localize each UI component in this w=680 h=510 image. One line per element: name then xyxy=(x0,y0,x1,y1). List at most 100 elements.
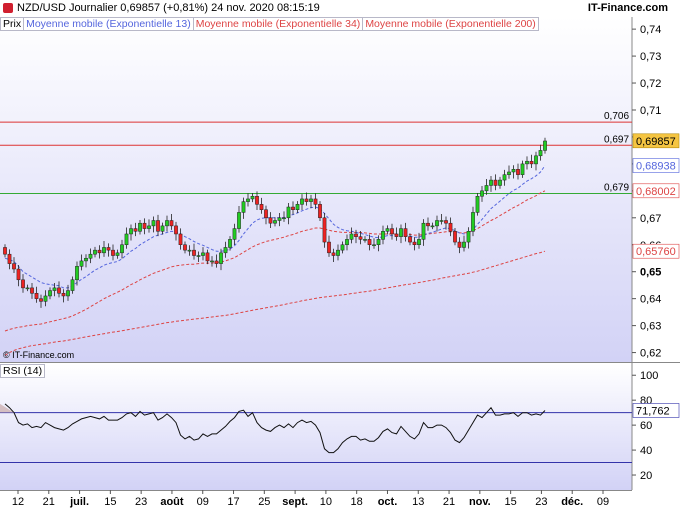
candle-body xyxy=(57,287,61,294)
candle-body xyxy=(291,206,295,210)
candle-body xyxy=(304,198,309,202)
candle-body xyxy=(277,217,282,221)
candle-body xyxy=(309,198,313,202)
candle-body xyxy=(147,225,151,229)
candle-body xyxy=(318,204,322,219)
candle-body xyxy=(12,263,16,270)
candle-body xyxy=(543,140,547,151)
candle-body xyxy=(313,198,318,205)
candle-body xyxy=(417,239,421,246)
candle-body xyxy=(390,228,394,235)
chart-canvas[interactable]: 0,7060,6970,679 0,740,730,720,710,700,69… xyxy=(0,0,680,510)
site-name[interactable]: IT-Finance.com xyxy=(588,2,668,14)
price-tick-label: 0,71 xyxy=(640,105,661,117)
candle-body xyxy=(133,228,138,232)
candle-body xyxy=(529,160,534,165)
candle-body xyxy=(394,233,399,237)
candle-body xyxy=(237,212,241,229)
candle-body xyxy=(151,220,156,227)
candle-body xyxy=(408,236,412,243)
candle-body xyxy=(129,228,133,235)
instrument-menu-icon[interactable] xyxy=(3,3,13,13)
time-tick-label: 23 xyxy=(535,496,547,508)
candle-body xyxy=(115,252,120,256)
candle-body xyxy=(138,222,142,232)
chart-header: NZD/USD Journalier 0,69857 (+0,81%) 24 n… xyxy=(0,0,680,17)
price-tick-label: 0,74 xyxy=(640,24,661,36)
candle-body xyxy=(520,163,525,175)
time-axis: 12 21 juil. 15 23 août 09 17 25 sept. 10 18 oct. 13 21… xyxy=(12,490,609,508)
candle-body xyxy=(70,279,75,291)
candle-body xyxy=(259,204,264,210)
candle-body xyxy=(97,249,102,254)
candle-body xyxy=(421,222,426,240)
level-label: 0,679 xyxy=(604,183,629,194)
price-badge-label: 0,68938 xyxy=(636,161,676,173)
price-tick-label: 0,65 xyxy=(640,267,661,279)
rsi-panel-background xyxy=(0,364,632,490)
candle-body xyxy=(106,247,111,251)
candle-body xyxy=(183,244,187,251)
candle-body xyxy=(426,222,430,227)
candle-body xyxy=(223,247,228,254)
candle-body xyxy=(102,247,106,254)
candle-body xyxy=(327,241,331,254)
time-tick-label: juil. xyxy=(69,496,89,508)
candle-body xyxy=(462,241,466,248)
candle-body xyxy=(219,252,223,264)
candle-body xyxy=(214,260,219,264)
candle-body xyxy=(246,198,250,202)
time-tick-label: 21 xyxy=(43,496,55,508)
time-tick-label: 18 xyxy=(351,496,363,508)
candle-body xyxy=(345,239,349,246)
candle-body xyxy=(25,287,30,290)
candle-body xyxy=(111,249,115,256)
price-tick-label: 0,64 xyxy=(640,294,661,306)
candle-body xyxy=(255,195,259,205)
candle-body xyxy=(205,252,210,262)
rsi-tick-label: 20 xyxy=(640,470,652,482)
candle-body xyxy=(210,260,214,263)
legend-ma13[interactable]: Moyenne mobile (Exponentielle 13) xyxy=(23,17,194,31)
candle-body xyxy=(3,247,7,255)
candle-body xyxy=(354,233,358,237)
candle-body xyxy=(367,239,372,246)
legend-ma34[interactable]: Moyenne mobile (Exponentielle 34) xyxy=(192,17,364,31)
candle-body xyxy=(7,253,12,264)
legend-ma200[interactable]: Moyenne mobile (Exponentielle 200) xyxy=(362,17,539,31)
time-tick-label: 12 xyxy=(12,496,24,508)
candle-body xyxy=(516,169,520,175)
candle-body xyxy=(75,266,79,281)
candle-body xyxy=(435,220,439,227)
time-tick-label: 15 xyxy=(104,496,116,508)
price-tick-label: 0,63 xyxy=(640,321,661,333)
rsi-legend[interactable]: RSI (14) xyxy=(0,364,46,378)
candle-body xyxy=(471,212,475,232)
candle-body xyxy=(403,228,408,237)
rsi-tick-label: 100 xyxy=(640,370,658,382)
legend-price[interactable]: Prix xyxy=(0,17,25,31)
candle-body xyxy=(120,244,124,254)
candle-body xyxy=(88,253,93,259)
candle-body xyxy=(124,233,129,246)
candle-body xyxy=(282,217,286,220)
candle-body xyxy=(385,228,390,232)
candle-body xyxy=(507,171,511,175)
time-tick-label: 09 xyxy=(597,496,609,508)
candle-body xyxy=(534,155,538,165)
rsi-tick-label: 60 xyxy=(640,420,652,432)
price-tick-label: 0,67 xyxy=(640,213,661,225)
candle-body xyxy=(444,220,448,224)
indicator-legend: Prix Moyenne mobile (Exponentielle 13) Moy… xyxy=(0,17,539,31)
instrument-title: NZD/USD Journalier 0,69857 (+0,81%) 24 n… xyxy=(17,2,320,14)
candle-body xyxy=(160,225,165,232)
candle-body xyxy=(142,222,147,229)
candle-body xyxy=(349,233,354,240)
candle-body xyxy=(484,185,489,192)
candle-body xyxy=(372,244,376,247)
candle-body xyxy=(358,236,363,240)
time-tick-label: 13 xyxy=(412,496,424,508)
candle-body xyxy=(475,195,480,213)
candle-body xyxy=(192,249,196,256)
candle-body xyxy=(169,220,174,227)
